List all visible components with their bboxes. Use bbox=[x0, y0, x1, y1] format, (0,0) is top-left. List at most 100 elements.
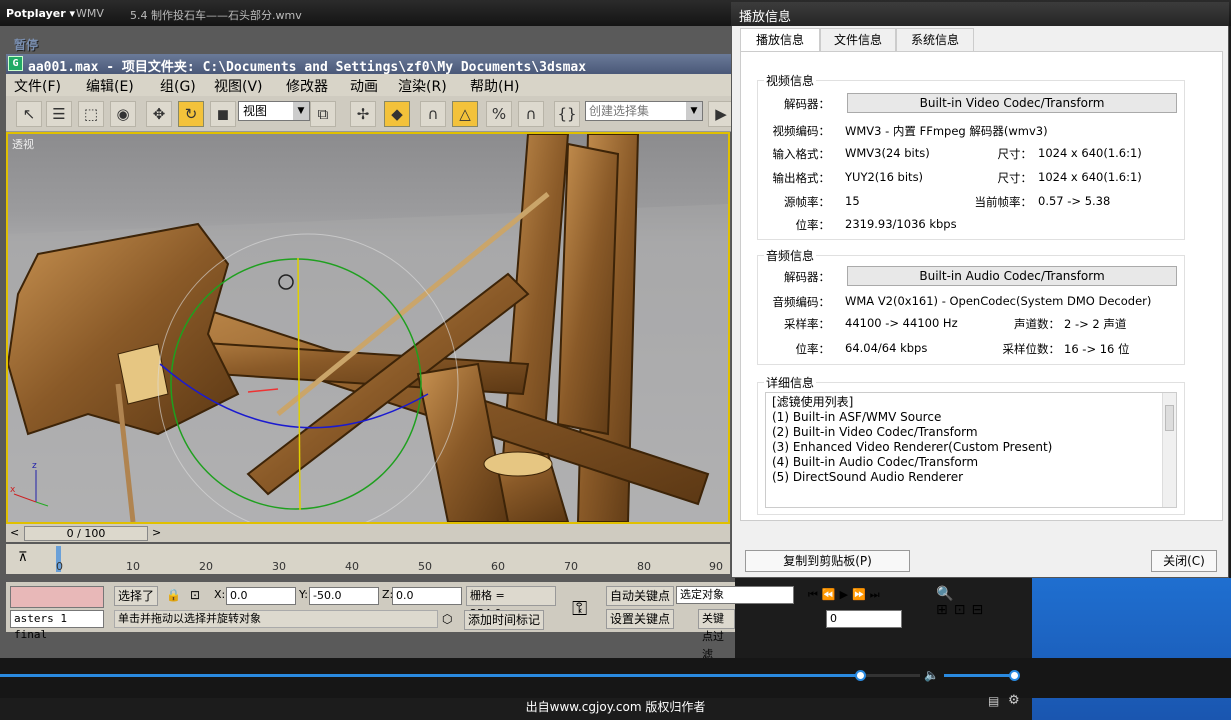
tab-playback-info[interactable]: 播放信息 bbox=[740, 28, 820, 52]
move-icon[interactable]: ✥ bbox=[146, 101, 172, 127]
size-out-value: 1024 x 640(1.6:1) bbox=[1038, 170, 1142, 184]
prompt-line: 单击并拖动以选择并旋转对象 bbox=[114, 610, 438, 628]
seek-bar-handle[interactable] bbox=[855, 670, 866, 681]
y-label: Y: bbox=[299, 588, 308, 601]
catapult-scene: zx bbox=[8, 134, 728, 522]
angle-snap-icon[interactable]: △ bbox=[452, 101, 478, 127]
max-window-title: aa001.max - 项目文件夹: C:\Documents and Sett… bbox=[28, 60, 587, 74]
menu-edit[interactable]: 编辑(E) bbox=[86, 76, 134, 96]
tick-label: 10 bbox=[126, 560, 140, 573]
menu-group[interactable]: 组(G) bbox=[160, 76, 196, 96]
named-selection-set[interactable]: 创建选择集 ▼ bbox=[585, 101, 703, 121]
chevron-down-icon: ▼ bbox=[686, 102, 702, 120]
file-name: 5.4 制作投石车——石头部分.wmv bbox=[130, 9, 302, 22]
time-prev-icon[interactable]: < bbox=[10, 526, 19, 539]
video-bitrate-label: 位率： bbox=[795, 218, 831, 232]
track-bar-toggle-icon[interactable]: ⊼ bbox=[18, 550, 28, 565]
volume-slider[interactable] bbox=[944, 674, 1014, 677]
list-item: [滤镜使用列表] bbox=[772, 395, 854, 409]
audio-decoder-button[interactable]: Built-in Audio Codec/Transform bbox=[847, 266, 1177, 286]
absolute-mode-icon[interactable]: ⊡ bbox=[190, 588, 200, 602]
tick-label: 70 bbox=[564, 560, 578, 573]
time-next-icon[interactable]: > bbox=[152, 526, 161, 539]
volume-handle[interactable] bbox=[1009, 670, 1020, 681]
filter-list-textbox[interactable]: [滤镜使用列表] (1) Built-in ASF/WMV Source (2)… bbox=[765, 392, 1177, 508]
seek-bar-progress[interactable] bbox=[0, 674, 860, 677]
menu-file[interactable]: 文件(F) bbox=[14, 76, 61, 96]
percent-snap-icon[interactable]: % bbox=[486, 101, 512, 127]
y-coordinate-field[interactable]: -50.0 bbox=[309, 587, 379, 605]
set-key-button[interactable]: 设置关键点 bbox=[606, 609, 675, 629]
list-item: (1) Built-in ASF/WMV Source bbox=[772, 410, 942, 424]
auto-key-button[interactable]: 自动关键点 bbox=[606, 586, 675, 606]
input-format-label: 输入格式： bbox=[772, 147, 831, 161]
gear-icon[interactable]: ⚙ bbox=[1008, 693, 1020, 708]
svg-text:x: x bbox=[10, 485, 16, 495]
z-coordinate-field[interactable]: 0.0 bbox=[392, 587, 462, 605]
region-select-icon[interactable]: ⬚ bbox=[78, 101, 104, 127]
time-tag-icon[interactable]: ⬡ bbox=[442, 612, 452, 626]
volume-icon[interactable]: 🔈 bbox=[924, 668, 939, 682]
maxscript-listener[interactable] bbox=[10, 586, 104, 608]
reference-coord-select[interactable]: 视图 ▼ bbox=[238, 101, 310, 121]
viewport-nav-icons[interactable]: 🔍⊞⊡⊟ bbox=[936, 586, 989, 618]
x-label: X: bbox=[214, 588, 226, 601]
video-decoder-button[interactable]: Built-in Video Codec/Transform bbox=[847, 93, 1177, 113]
x-coordinate-field[interactable]: 0.0 bbox=[226, 587, 296, 605]
seek-bar-remaining[interactable] bbox=[860, 674, 920, 677]
video-decoder-label: 解码器： bbox=[784, 97, 830, 111]
maxscript-mini[interactable]: asters 1 final bbox=[10, 610, 104, 641]
menu-views[interactable]: 视图(V) bbox=[214, 76, 263, 96]
tick-label: 30 bbox=[272, 560, 286, 573]
key-mode-select[interactable]: 选定对象 bbox=[676, 586, 794, 604]
copy-to-clipboard-button[interactable]: 复制到剪贴板(P) bbox=[745, 550, 910, 572]
video-codec-value: WMV3 - 内置 FFmpeg 解码器(wmv3) bbox=[845, 124, 1048, 138]
key-icon[interactable]: ⚿ bbox=[572, 596, 587, 620]
time-slider[interactable]: 0 / 100 bbox=[24, 526, 148, 541]
chevron-down-icon: ▼ bbox=[293, 102, 309, 120]
snap-3-icon[interactable]: ∩ bbox=[420, 101, 446, 127]
tab-file-info[interactable]: 文件信息 bbox=[820, 28, 896, 52]
output-format-label: 输出格式： bbox=[772, 171, 831, 185]
tab-system-info[interactable]: 系统信息 bbox=[896, 28, 974, 52]
playlist-icon[interactable]: ▤ bbox=[988, 694, 999, 708]
tick-label: 60 bbox=[491, 560, 505, 573]
audio-bitrate-value: 64.04/64 kbps bbox=[845, 341, 928, 355]
size-in-value: 1024 x 640(1.6:1) bbox=[1038, 146, 1142, 160]
spinner-snap-icon[interactable]: ∩ bbox=[518, 101, 544, 127]
playback-controls-icon[interactable]: ⏮⏪▶⏩⏭ bbox=[808, 588, 884, 602]
menu-help[interactable]: 帮助(H) bbox=[470, 76, 519, 96]
scrollbar[interactable] bbox=[1162, 393, 1176, 507]
tick-label: 0 bbox=[56, 560, 63, 573]
pivot-icon[interactable]: ⧉ bbox=[310, 101, 336, 127]
video-bitrate-value: 2319.93/1036 kbps bbox=[845, 217, 957, 231]
menu-animation[interactable]: 动画 bbox=[350, 76, 378, 96]
max-menu-bar: 文件(F) 编辑(E) 组(G) 视图(V) 修改器 动画 渲染(R) 帮助(H… bbox=[6, 74, 735, 96]
scale-icon[interactable]: ◼ bbox=[210, 101, 236, 127]
player-menu-logo[interactable]: Potplayer ▾ bbox=[6, 7, 75, 20]
bit-depth-label: 采样位数： bbox=[1002, 342, 1061, 356]
select-icon[interactable]: ↖ bbox=[16, 101, 42, 127]
menu-rendering[interactable]: 渲染(R) bbox=[398, 76, 447, 96]
menu-modifiers[interactable]: 修改器 bbox=[286, 76, 328, 96]
select-by-name-icon[interactable]: ☰ bbox=[46, 101, 72, 127]
track-bar[interactable]: ⊼ 0 10 20 30 40 50 60 70 80 90 bbox=[6, 544, 730, 574]
video-codec-label: 视频编码： bbox=[772, 124, 831, 138]
window-crossing-icon[interactable]: ◉ bbox=[110, 101, 136, 127]
current-frame-field[interactable]: 0 bbox=[826, 610, 902, 628]
edit-named-sel-icon[interactable]: {} bbox=[554, 101, 580, 127]
rotate-icon[interactable]: ↻ bbox=[178, 101, 204, 127]
viewport-label[interactable]: 透视 bbox=[12, 136, 34, 152]
source-fps-label: 源帧率： bbox=[784, 195, 830, 209]
add-time-tag[interactable]: 添加时间标记 bbox=[464, 610, 545, 630]
list-item: (2) Built-in Video Codec/Transform bbox=[772, 425, 978, 439]
link-icon[interactable]: ✢ bbox=[350, 101, 376, 127]
key-filter-button[interactable]: 关键点过滤器... bbox=[698, 609, 735, 679]
tick-label: 80 bbox=[637, 560, 651, 573]
select-link-icon[interactable]: ◆ bbox=[384, 101, 410, 127]
scrollbar-thumb[interactable] bbox=[1165, 405, 1174, 431]
close-button[interactable]: 关闭(C) bbox=[1151, 550, 1217, 572]
lock-icon[interactable]: 🔒 bbox=[166, 588, 181, 602]
perspective-viewport[interactable]: zx bbox=[6, 132, 730, 524]
audio-bitrate-label: 位率： bbox=[795, 342, 831, 356]
